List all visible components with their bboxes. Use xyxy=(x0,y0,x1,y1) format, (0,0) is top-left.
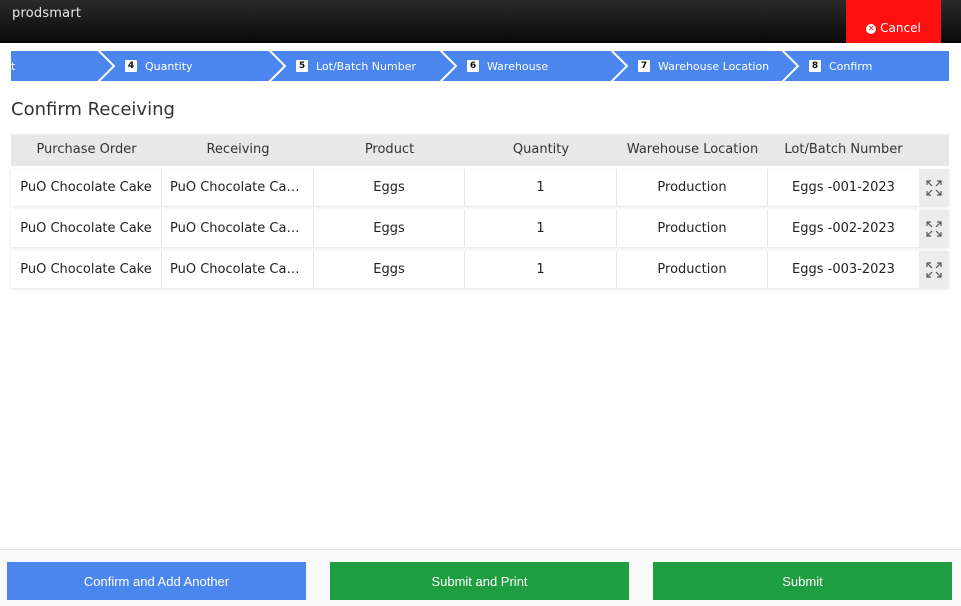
cell-product: Eggs xyxy=(314,210,465,247)
close-circle-icon: ✕ xyxy=(866,24,877,34)
step-lot-batch-number[interactable]: 5 Lot/Batch Number xyxy=(296,51,438,81)
expand-icon xyxy=(926,261,942,278)
step-label: Warehouse Location xyxy=(658,59,770,73)
step-label: Quantity xyxy=(145,59,193,73)
step-number: 8 xyxy=(809,60,821,72)
step-number: 7 xyxy=(638,60,650,72)
table-row[interactable]: PuO Chocolate Cake PuO Chocolate Cak... … xyxy=(11,210,949,247)
brand-logo: prodsmart xyxy=(12,6,82,21)
cell-receiving: PuO Chocolate Cak... xyxy=(162,169,314,206)
cancel-label: Cancel xyxy=(880,21,921,35)
top-bar: prodsmart ✕ Cancel xyxy=(0,0,961,43)
step-number: 6 xyxy=(467,60,479,72)
chevron-right-icon xyxy=(268,51,287,81)
cell-purchase-order: PuO Chocolate Cake xyxy=(11,251,162,288)
step-quantity[interactable]: 4 Quantity xyxy=(125,51,267,81)
cell-quantity: 1 xyxy=(465,210,617,247)
step-label: Lot/Batch Number xyxy=(316,59,416,73)
column-header-warehouse-location: Warehouse Location xyxy=(626,142,759,157)
cell-warehouse-location: Production xyxy=(617,251,768,288)
step-warehouse-location[interactable]: 7 Warehouse Location xyxy=(638,51,780,81)
footer-bar: Confirm and Add Another Submit and Print… xyxy=(0,549,961,606)
step-label: t xyxy=(11,59,16,73)
cell-quantity: 1 xyxy=(465,169,617,206)
cell-warehouse-location: Production xyxy=(617,169,768,206)
submit-button[interactable]: Submit xyxy=(653,562,952,600)
submit-and-print-button[interactable]: Submit and Print xyxy=(330,562,629,600)
confirm-and-add-another-button[interactable]: Confirm and Add Another xyxy=(7,562,306,600)
step-previous[interactable]: t xyxy=(11,51,97,81)
step-warehouse[interactable]: 6 Warehouse xyxy=(467,51,609,81)
column-header-lot-batch-number: Lot/Batch Number xyxy=(784,142,903,157)
expand-button[interactable] xyxy=(919,251,949,288)
column-header-quantity: Quantity xyxy=(512,142,570,157)
cell-product: Eggs xyxy=(314,251,465,288)
cell-quantity: 1 xyxy=(465,251,617,288)
table-row[interactable]: PuO Chocolate Cake PuO Chocolate Cak... … xyxy=(11,251,949,288)
cell-receiving: PuO Chocolate Cak... xyxy=(162,210,314,247)
expand-button[interactable] xyxy=(919,169,949,206)
cell-lot-batch-number: Eggs -001-2023 xyxy=(792,180,895,195)
table-row[interactable]: PuO Chocolate Cake PuO Chocolate Cak... … xyxy=(11,169,949,206)
step-label: Confirm xyxy=(829,59,873,73)
column-header-receiving: Receiving xyxy=(206,142,270,157)
chevron-right-icon xyxy=(439,51,458,81)
expand-button[interactable] xyxy=(919,210,949,247)
step-label: Warehouse xyxy=(487,59,549,73)
table-header: Purchase Order Receiving Product Quantit… xyxy=(11,134,949,166)
page-title: Confirm Receiving xyxy=(11,99,175,120)
column-header-product: Product xyxy=(364,142,415,157)
step-confirm[interactable]: 8 Confirm xyxy=(809,51,949,81)
step-number: 4 xyxy=(125,60,137,72)
expand-icon xyxy=(926,179,942,196)
chevron-right-icon xyxy=(781,51,800,81)
cell-purchase-order: PuO Chocolate Cake xyxy=(11,169,162,206)
chevron-right-icon xyxy=(610,51,629,81)
step-number: 5 xyxy=(296,60,308,72)
cell-lot-batch-number: Eggs -002-2023 xyxy=(792,221,895,236)
chevron-right-icon xyxy=(97,51,116,81)
cell-purchase-order: PuO Chocolate Cake xyxy=(11,210,162,247)
cell-receiving: PuO Chocolate Cak... xyxy=(162,251,314,288)
column-header-purchase-order: Purchase Order xyxy=(36,142,137,157)
cancel-button[interactable]: ✕ Cancel xyxy=(846,0,941,43)
cell-product: Eggs xyxy=(314,169,465,206)
cell-lot-batch-number: Eggs -003-2023 xyxy=(792,262,895,277)
expand-icon xyxy=(926,220,942,237)
wizard-steps: t 4 Quantity 5 Lot/Batch Number 6 Wareho… xyxy=(11,51,949,81)
cell-warehouse-location: Production xyxy=(617,210,768,247)
